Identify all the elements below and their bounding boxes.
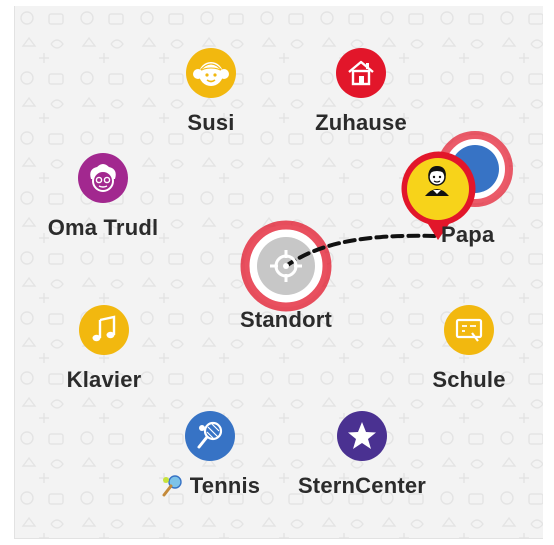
place-label: Klavier	[66, 367, 142, 392]
place-label: Zuhause	[315, 110, 407, 135]
place-zuhause[interactable]: Zuhause	[301, 48, 421, 136]
tennis-racket-icon	[185, 411, 235, 461]
place-label-text: Tennis	[189, 473, 261, 498]
place-schule[interactable]: Schule	[418, 305, 520, 393]
crosshair-icon	[261, 241, 311, 291]
place-label: Oma Trudl	[47, 215, 159, 240]
place-sterncenter[interactable]: SternCenter	[287, 411, 437, 499]
place-tennis[interactable]: Tennis	[150, 411, 270, 499]
music-note-icon	[79, 305, 129, 355]
place-klavier[interactable]: Klavier	[54, 305, 154, 393]
tennis-emoji-icon	[162, 475, 182, 497]
house-icon	[336, 48, 386, 98]
place-label: Schule	[432, 367, 506, 392]
place-oma-trudl[interactable]: Oma Trudl	[38, 153, 168, 241]
girl-face-icon	[186, 48, 236, 98]
grandma-face-icon	[78, 153, 128, 203]
star-icon	[337, 411, 387, 461]
place-standort[interactable]: Standort	[221, 241, 351, 333]
place-susi[interactable]: Susi	[161, 48, 261, 136]
school-board-icon	[444, 305, 494, 355]
place-label: Tennis	[150, 473, 270, 499]
place-label: Standort	[239, 307, 333, 332]
man-avatar-pin-icon	[419, 162, 455, 198]
place-label: Papa	[441, 222, 495, 247]
place-label: SternCenter	[297, 473, 427, 498]
place-label: Susi	[187, 110, 235, 135]
